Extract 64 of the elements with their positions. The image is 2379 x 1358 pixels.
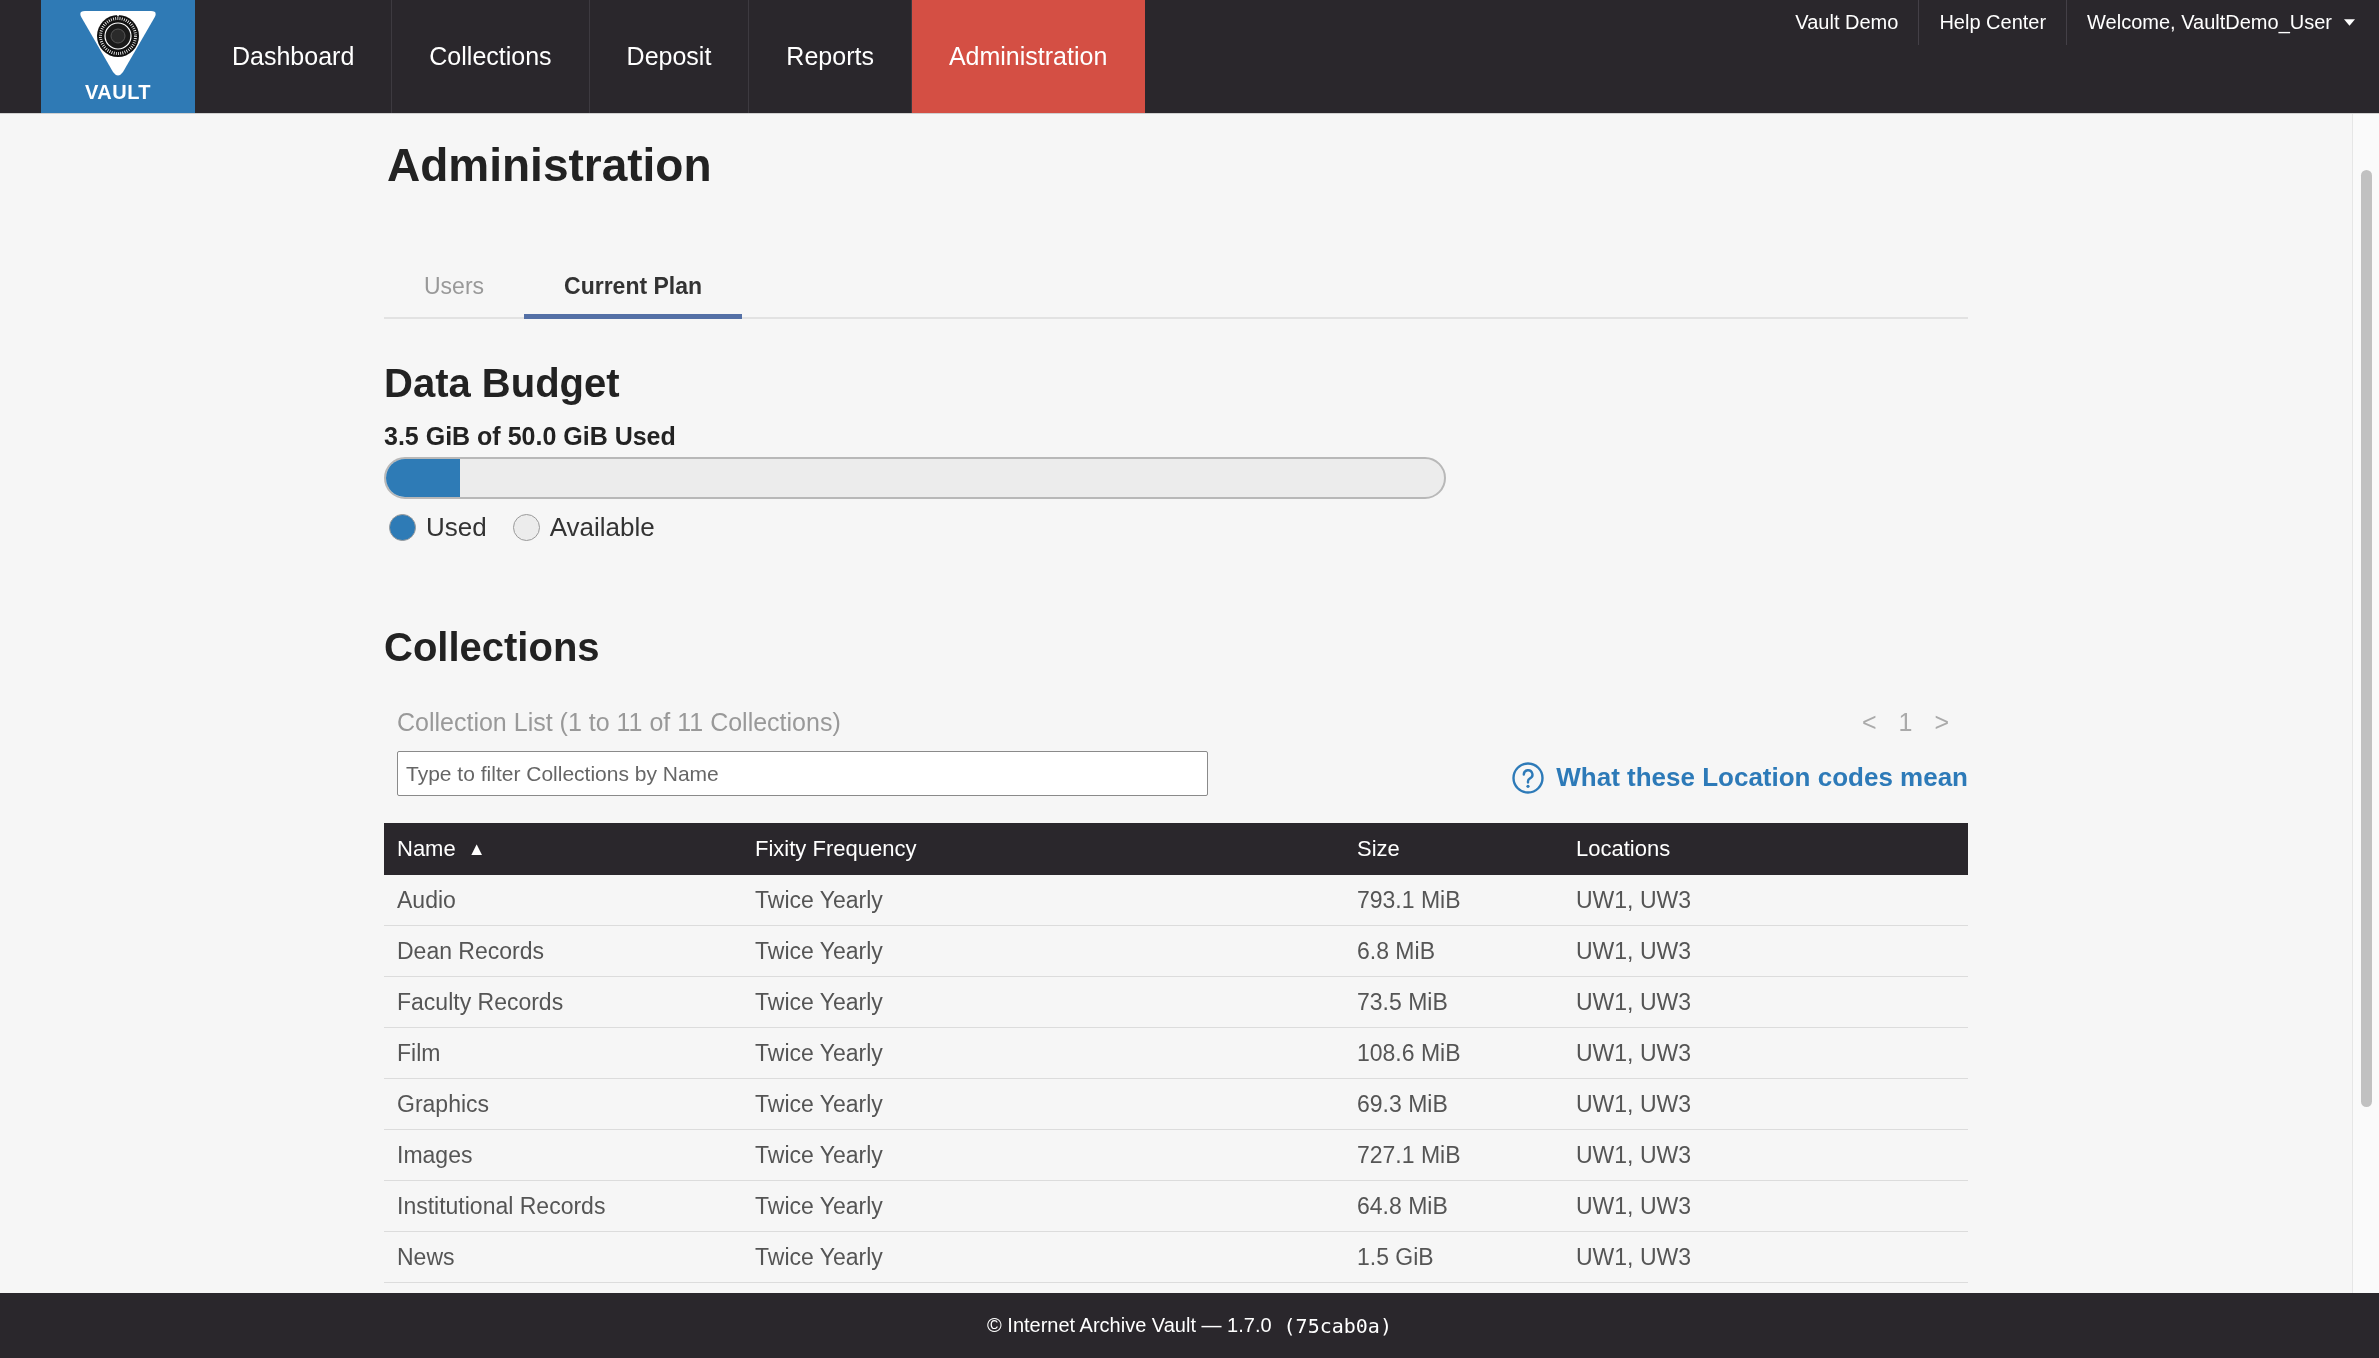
table-cell: Twice Yearly xyxy=(755,1243,883,1271)
help-link[interactable]: What these Location codes mean xyxy=(1512,761,1968,794)
table-cell: UW1, UW3 xyxy=(1576,1243,1691,1271)
table-cell: News xyxy=(397,1243,455,1271)
page-number: 1 xyxy=(1898,707,1913,737)
column-header[interactable]: Size xyxy=(1344,823,1563,875)
build-hash: (75cab0a) xyxy=(1283,1313,1392,1338)
scrollbar[interactable] xyxy=(2352,114,2379,1293)
column-header[interactable]: Fixity Frequency xyxy=(742,823,1344,875)
table-cell: Twice Yearly xyxy=(755,1039,883,1067)
section-heading: Collections xyxy=(384,624,601,671)
table-cell: 6.8 MiB xyxy=(1357,937,1435,965)
section-heading: Data Budget xyxy=(384,360,621,407)
table-cell: Images xyxy=(397,1141,473,1169)
table-cell: 793.1 MiB xyxy=(1357,886,1461,914)
logo-link[interactable]: VAULT xyxy=(41,0,195,113)
footer-text: © Internet Archive Vault — 1.7.0 xyxy=(987,1314,1272,1337)
table-cell: Graphics xyxy=(397,1090,490,1118)
header-link[interactable]: Help Center xyxy=(1919,0,2068,45)
table-cell: 69.3 MiB xyxy=(1357,1090,1448,1118)
header-link[interactable]: Vault Demo xyxy=(1775,0,1920,45)
tab[interactable]: Current Plan xyxy=(524,258,743,319)
table-cell: Film xyxy=(397,1039,441,1067)
legend-label: Available xyxy=(549,511,655,544)
table-cell: 108.6 MiB xyxy=(1357,1039,1461,1067)
table-cell: Twice Yearly xyxy=(755,1192,883,1220)
help-icon xyxy=(1512,761,1545,794)
nav-item[interactable]: Deposit xyxy=(589,0,750,113)
legend-label: Used xyxy=(426,511,487,544)
scrollbar-thumb[interactable] xyxy=(2360,170,2372,1107)
sort-indicator: ▲ xyxy=(467,838,486,860)
user-menu[interactable]: Welcome, VaultDemo_User xyxy=(2067,0,2361,45)
nav-item[interactable]: Reports xyxy=(749,0,912,113)
nav-item[interactable]: Administration xyxy=(911,0,1146,113)
table-cell: UW1, UW3 xyxy=(1576,1090,1691,1118)
table-cell: Faculty Records xyxy=(397,988,564,1016)
list-summary: Collection List (1 to 11 of 11 Collections) xyxy=(397,707,841,737)
table-cell: Twice Yearly xyxy=(755,937,883,965)
table-cell: Institutional Records xyxy=(397,1192,606,1220)
column-header[interactable]: Name ▲ xyxy=(384,823,742,875)
nav-item[interactable]: Collections xyxy=(392,0,590,113)
nav-item[interactable]: Dashboard xyxy=(195,0,393,113)
caret-icon xyxy=(2344,19,2355,26)
table-cell: 1.5 GiB xyxy=(1357,1243,1434,1271)
usage-text: 3.5 GiB of 50.0 GiB Used xyxy=(384,421,677,451)
page-title: Administration xyxy=(386,138,713,193)
table-cell: Twice Yearly xyxy=(755,886,883,914)
table-cell: UW1, UW3 xyxy=(1576,1141,1691,1169)
table-cell: 64.8 MiB xyxy=(1357,1192,1448,1220)
table-cell: Twice Yearly xyxy=(755,1141,883,1169)
table-cell: 727.1 MiB xyxy=(1357,1141,1461,1169)
table-cell: Twice Yearly xyxy=(755,1090,883,1118)
filter-input[interactable]: Type to filter Collections by Name xyxy=(397,751,1208,796)
table-cell: UW1, UW3 xyxy=(1576,1039,1691,1067)
table-cell: UW1, UW3 xyxy=(1576,937,1691,965)
column-header[interactable]: Locations xyxy=(1563,823,1968,875)
table-cell: UW1, UW3 xyxy=(1576,1192,1691,1220)
table-cell: Dean Records xyxy=(397,937,545,965)
shield-dial-icon xyxy=(78,9,158,77)
table-cell: UW1, UW3 xyxy=(1576,886,1691,914)
table-cell: Audio xyxy=(397,886,456,914)
table-cell: 73.5 MiB xyxy=(1357,988,1448,1016)
table-cell: Twice Yearly xyxy=(755,988,883,1016)
table-cell: UW1, UW3 xyxy=(1576,988,1691,1016)
